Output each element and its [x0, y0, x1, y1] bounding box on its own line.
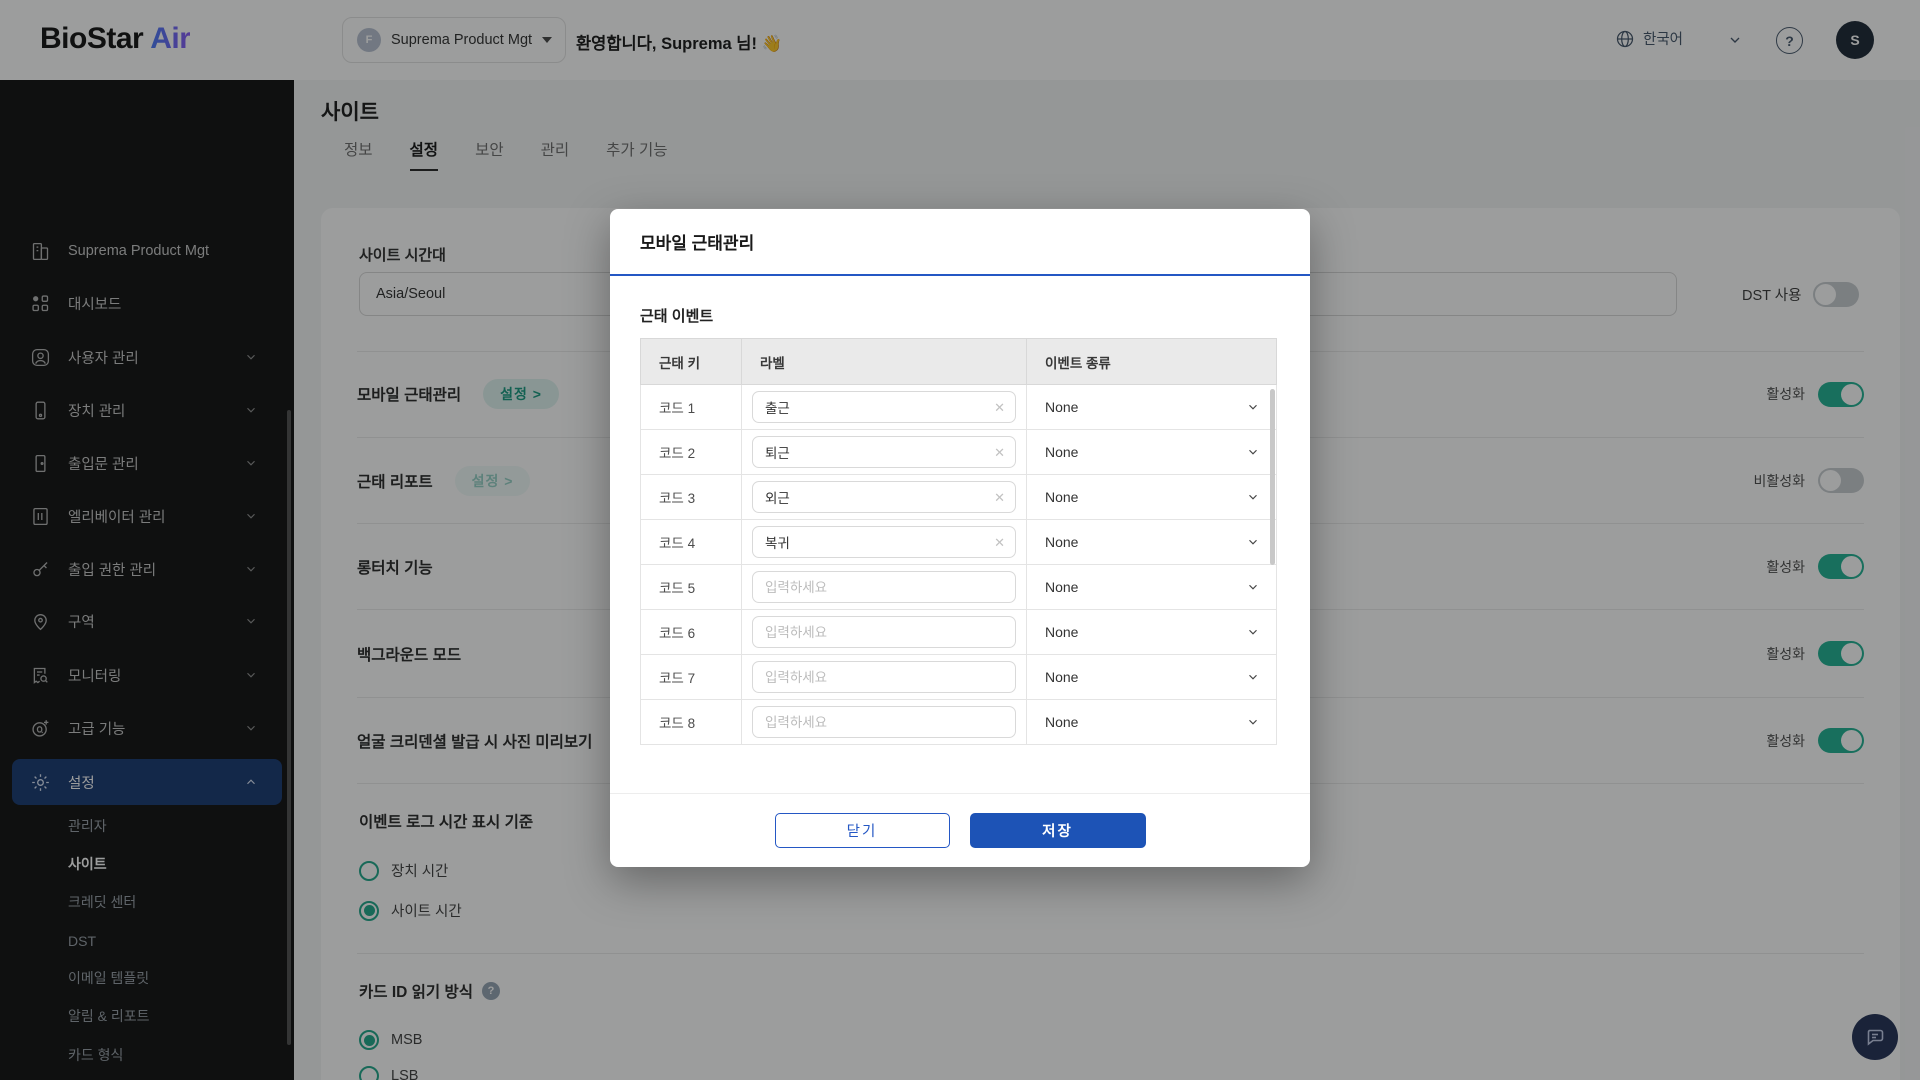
row-key: 코드 8 [641, 700, 742, 744]
table-row: 코드 5 None [640, 565, 1277, 610]
table-row: 코드 3 ✕ None [640, 475, 1277, 520]
chevron-down-icon [1246, 715, 1260, 729]
event-type-value: None [1045, 444, 1078, 460]
row-key: 코드 3 [641, 475, 742, 519]
row-key: 코드 2 [641, 430, 742, 474]
event-type-value: None [1045, 399, 1078, 415]
event-type-select[interactable]: None [1027, 610, 1276, 654]
row-key: 코드 7 [641, 655, 742, 699]
label-input[interactable] [752, 571, 1016, 603]
chevron-down-icon [1246, 490, 1260, 504]
chevron-down-icon [1246, 670, 1260, 684]
table-scrollbar-thumb[interactable] [1270, 389, 1275, 565]
label-input[interactable] [752, 526, 1016, 558]
event-type-value: None [1045, 534, 1078, 550]
event-type-select[interactable]: None [1027, 700, 1276, 744]
label-input[interactable] [752, 436, 1016, 468]
column-header-key: 근태 키 [641, 339, 742, 384]
row-key: 코드 6 [641, 610, 742, 654]
column-header-event-type: 이벤트 종류 [1027, 339, 1276, 384]
chevron-down-icon [1246, 580, 1260, 594]
event-type-value: None [1045, 624, 1078, 640]
ta-events-section-title: 근태 이벤트 [640, 305, 713, 326]
clear-input-icon[interactable]: ✕ [994, 446, 1005, 459]
row-key: 코드 1 [641, 385, 742, 429]
table-row: 코드 6 None [640, 610, 1277, 655]
event-type-select[interactable]: None [1027, 475, 1276, 519]
table-row: 코드 1 ✕ None [640, 385, 1277, 430]
event-type-value: None [1045, 714, 1078, 730]
clear-input-icon[interactable]: ✕ [994, 401, 1005, 414]
label-input[interactable] [752, 391, 1016, 423]
chevron-down-icon [1246, 400, 1260, 414]
label-input[interactable] [752, 481, 1016, 513]
mobile-ta-modal: 모바일 근태관리 근태 이벤트 근태 키 라벨 이벤트 종류 코드 1 ✕ No… [610, 209, 1310, 867]
row-key: 코드 4 [641, 520, 742, 564]
table-row: 코드 8 None [640, 700, 1277, 745]
event-type-value: None [1045, 579, 1078, 595]
modal-title: 모바일 근태관리 [640, 229, 754, 254]
modal-header: 모바일 근태관리 [610, 209, 1310, 276]
label-input[interactable] [752, 661, 1016, 693]
modal-footer: 닫기 저장 [610, 793, 1310, 867]
event-type-value: None [1045, 669, 1078, 685]
label-input[interactable] [752, 616, 1016, 648]
table-row: 코드 7 None [640, 655, 1277, 700]
event-type-select[interactable]: None [1027, 385, 1276, 429]
ta-events-table: 근태 키 라벨 이벤트 종류 코드 1 ✕ None 코드 2 [640, 338, 1277, 745]
event-type-select[interactable]: None [1027, 520, 1276, 564]
chevron-down-icon [1246, 625, 1260, 639]
event-type-value: None [1045, 489, 1078, 505]
chevron-down-icon [1246, 535, 1260, 549]
chevron-down-icon [1246, 445, 1260, 459]
row-key: 코드 5 [641, 565, 742, 609]
column-header-label: 라벨 [742, 339, 1027, 384]
event-type-select[interactable]: None [1027, 565, 1276, 609]
close-button[interactable]: 닫기 [775, 813, 950, 848]
clear-input-icon[interactable]: ✕ [994, 536, 1005, 549]
table-header-row: 근태 키 라벨 이벤트 종류 [640, 338, 1277, 385]
app-root: BioStarAir F Suprema Product Mgt 환영합니다, … [0, 0, 1920, 1080]
label-input[interactable] [752, 706, 1016, 738]
table-row: 코드 2 ✕ None [640, 430, 1277, 475]
event-type-select[interactable]: None [1027, 430, 1276, 474]
table-row: 코드 4 ✕ None [640, 520, 1277, 565]
save-button[interactable]: 저장 [970, 813, 1146, 848]
event-type-select[interactable]: None [1027, 655, 1276, 699]
clear-input-icon[interactable]: ✕ [994, 491, 1005, 504]
